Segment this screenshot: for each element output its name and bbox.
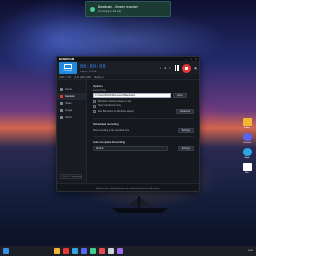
gear-icon: [60, 95, 63, 98]
bandicam-window: BANDICAM — □ ✕ Rectangle 00:00:00 0 byte…: [56, 56, 200, 192]
video-icon: [60, 102, 63, 105]
taskbar-app-icon[interactable]: [81, 248, 87, 254]
folder-icon: [242, 118, 252, 126]
options-title: Options: [93, 84, 103, 88]
file-icon: [242, 163, 252, 171]
taskbar-app-icon[interactable]: [99, 248, 105, 254]
image-icon: [60, 109, 63, 112]
screen-icon: [64, 64, 72, 69]
auto-complete-title: Auto Complete Recording: [93, 140, 126, 144]
edge-icon: [242, 148, 252, 156]
discord-icon: [242, 133, 252, 141]
scheduled-recording-text: Start recording at the specified time: [93, 129, 130, 132]
taskbar-app-icon[interactable]: [90, 248, 96, 254]
desktop-icon-folder[interactable]: Folder: [240, 118, 254, 129]
taskbar-app-icon[interactable]: [117, 248, 123, 254]
sidebar-item-video[interactable]: Video: [57, 100, 86, 107]
checkbox-label: Start minimized to tray: [98, 105, 121, 107]
resolution-text[interactable]: 1280 × 720: [59, 76, 71, 79]
version-text: Ver. 7.0 · Registered: [63, 175, 82, 178]
checkbox[interactable]: [93, 104, 96, 108]
info-icon: [60, 116, 63, 119]
taskbar-app-icon[interactable]: [108, 248, 114, 254]
scheduled-recording-title: Scheduled recording: [93, 122, 119, 126]
desktop-icon-label: Discord: [243, 142, 251, 144]
notification-title: Bandicam - Screen recorder: [98, 5, 138, 9]
taskbar-app-icon[interactable]: [54, 248, 60, 254]
sidebar-item-label: Video: [65, 102, 72, 105]
output-folder-input[interactable]: [93, 93, 171, 98]
sidebar-item-label: Home: [65, 88, 72, 91]
coords-text: (0,0) 1920 1080: [74, 75, 91, 79]
pause-button[interactable]: [174, 65, 179, 71]
sidebar-item-general[interactable]: General: [57, 93, 86, 100]
sidebar-item-home[interactable]: Home: [57, 86, 86, 93]
option-run-on-startup[interactable]: Run Bandicam on Windows startup: [93, 110, 134, 113]
sidebar: Home General Video Image About Ver. 7.0 …: [57, 80, 87, 191]
divider: [93, 136, 194, 137]
bandicam-icon: [90, 6, 95, 12]
speaker-icon[interactable]: ♪: [160, 66, 162, 70]
rectangle-mode-button[interactable]: Rectangle: [59, 62, 77, 74]
desktop-icon-label: File: [245, 172, 249, 174]
webcam-icon[interactable]: ◐: [169, 66, 171, 70]
taskbar-app-icon[interactable]: [63, 248, 69, 254]
open-folder-button[interactable]: Open: [173, 93, 187, 98]
auto-complete-select[interactable]: Disable: [93, 146, 168, 151]
language-indicator[interactable]: ENG: [248, 250, 253, 252]
sidebar-item-image[interactable]: Image: [57, 107, 86, 114]
sidebar-item-label: Image: [65, 109, 73, 112]
desktop-icon-edge[interactable]: Edge: [240, 148, 254, 159]
auto-complete-settings-button[interactable]: Settings: [177, 146, 194, 151]
checkbox-label: Run Bandicam on Windows startup: [98, 110, 134, 113]
taskbar: ENG: [0, 246, 256, 256]
display-text[interactable]: Display 1: [94, 76, 104, 79]
checkbox-label: Bandicam window always on top: [98, 100, 132, 103]
recorder-toolbar: Rectangle 00:00:00 0 bytes / 20.5GB ♪ ● …: [57, 61, 199, 75]
version-badge[interactable]: Ver. 7.0 · Registered: [60, 174, 82, 179]
home-icon: [60, 88, 63, 91]
checkbox[interactable]: [93, 100, 96, 103]
record-button[interactable]: [182, 63, 192, 73]
divider: [93, 118, 194, 119]
desktop-icons: Folder Discord Edge File: [239, 118, 255, 174]
recording-timer: 00:00:00: [80, 63, 106, 70]
taskbar-app-icon[interactable]: [72, 248, 78, 254]
notification-subtitle: is running in the tray: [98, 10, 122, 13]
sidebar-item-about[interactable]: About: [57, 114, 86, 121]
checkbox[interactable]: [93, 110, 96, 113]
microphone-icon[interactable]: ●: [164, 66, 166, 70]
file-size: 0 bytes / 20.5GB: [80, 70, 97, 73]
option-start-minimized[interactable]: Start minimized to tray: [93, 104, 194, 108]
advanced-button[interactable]: Advanced: [175, 109, 194, 114]
option-always-on-top[interactable]: Bandicam window always on top: [93, 100, 194, 103]
desktop-icon-label: Edge: [244, 157, 250, 159]
mode-label: Rectangle: [63, 70, 73, 72]
desktop-icon-file[interactable]: File: [240, 163, 254, 174]
notification-toast[interactable]: Bandicam - Screen recorder is running in…: [85, 1, 171, 17]
sidebar-item-label: General: [65, 95, 75, 98]
desktop-icon-label: Folder: [243, 127, 251, 129]
ship-silhouette: [112, 196, 168, 213]
output-folder-label: Output folder: [93, 90, 107, 92]
watermark-notice-text: Remove the 'www.Bandicam.com' watermark …: [96, 187, 160, 190]
watermark-notice[interactable]: Remove the 'www.Bandicam.com' watermark …: [57, 183, 199, 191]
scheduled-settings-button[interactable]: Settings: [177, 128, 194, 133]
options-panel: Options Output folder Open Bandicam wind…: [88, 80, 199, 183]
taskbar-apps: [54, 248, 123, 254]
start-icon[interactable]: [3, 248, 9, 254]
desktop-icon-discord[interactable]: Discord: [240, 133, 254, 144]
sidebar-item-label: About: [65, 116, 72, 119]
stop-icon: [185, 66, 189, 70]
camera-icon[interactable]: ◉: [194, 66, 197, 70]
